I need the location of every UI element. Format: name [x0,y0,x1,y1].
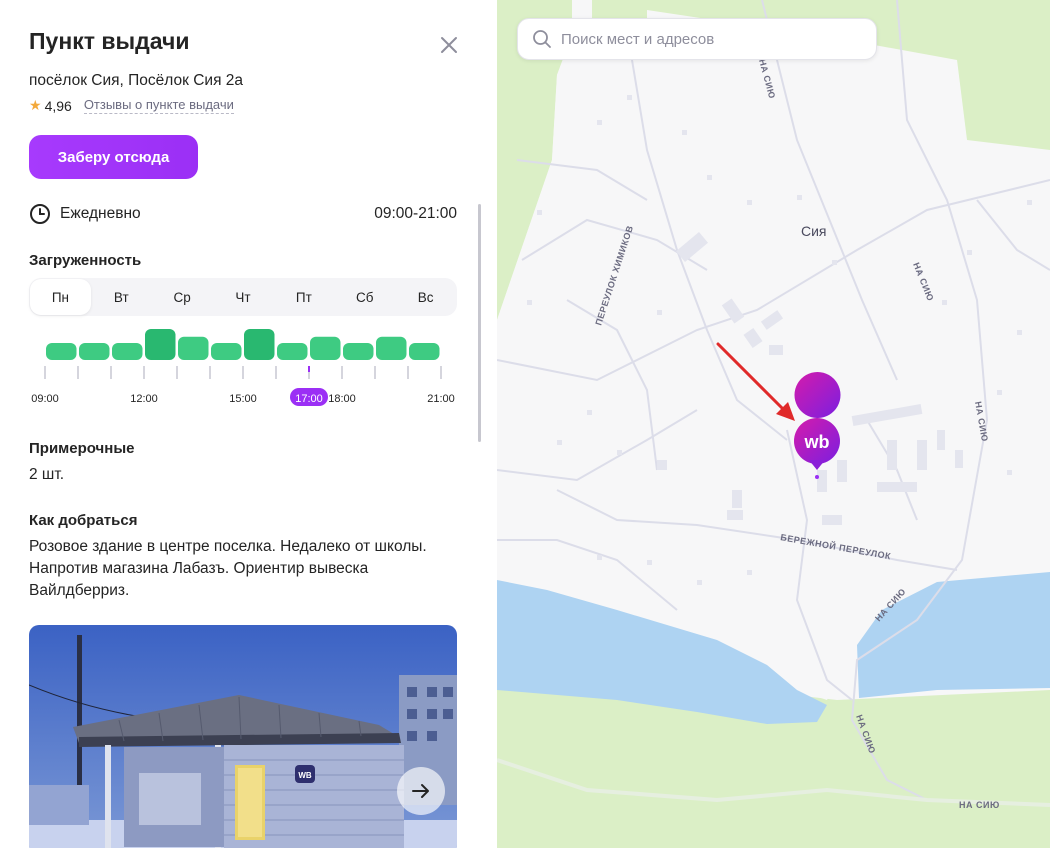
pickup-here-button[interactable]: Заберу отсюда [29,135,198,179]
directions-line: Напротив магазина Лабазъ. Ориентир вывес… [29,560,369,577]
forest-area [592,0,647,18]
village-label: Сия [801,223,827,239]
workload-bar [145,329,176,360]
hour-label: 12:00 [130,393,158,405]
schedule-row: Ежедневно 09:00-21:00 [29,203,457,225]
directions-title: Как добраться [29,512,138,529]
wb-sign: WB [298,771,312,780]
photo-next-button[interactable] [397,767,445,815]
close-icon[interactable] [437,33,461,57]
schedule-days: Ежедневно [60,205,141,222]
workload-bar [79,343,110,360]
tab-thursday[interactable]: Чт [213,279,274,315]
marker-label: wb [804,432,830,452]
workload-title: Загруженность [29,252,142,269]
rating-value: 4,96 [44,97,72,114]
workload-bar [277,343,308,360]
reviews-link[interactable]: Отзывы о пункте выдачи [83,97,234,114]
map-search-box[interactable] [517,18,877,60]
fitting-rooms-title: Примерочные [29,440,135,457]
panel-scrollbar[interactable] [478,204,481,442]
star-icon: ★ [29,97,42,113]
tab-saturday[interactable]: Сб [334,279,395,315]
workload-bar [112,343,143,360]
directions-text: Розовое здание в центре поселка. Недалек… [29,536,427,602]
workload-bar [343,343,374,360]
hour-label: 21:00 [427,393,455,405]
workload-bar [310,336,341,360]
directions-line: Розовое здание в центре поселка. Недалек… [29,538,427,555]
directions-line: Вайлдберриз. [29,582,130,599]
workload-bar [244,329,275,360]
workload-bar [376,336,407,360]
hour-label: 15:00 [229,393,257,405]
pickup-point-panel: Пункт выдачи посёлок Сия, Посёлок Сия 2а… [0,0,497,848]
workload-bar [46,343,77,360]
pickup-point-photo[interactable]: WB [29,625,457,848]
workload-chart: 09:00 12:00 15:00 17:00 18:00 21:00 [31,329,455,406]
tab-friday[interactable]: Пт [273,279,334,315]
street-label: НА СИЮ [959,800,1000,810]
tab-wednesday[interactable]: Ср [152,279,213,315]
clock-icon [30,204,50,224]
search-input[interactable] [561,30,861,48]
search-icon [533,30,551,48]
tab-tuesday[interactable]: Вт [91,279,152,315]
fitting-rooms-value: 2 шт. [29,466,65,483]
arrow-right-icon [412,784,429,798]
workload-bar [211,343,242,360]
map[interactable]: Сия ПЕРЕУЛОК ХИМИКОВ НА СИЮ НА СИЮ НА СИ… [497,0,1050,848]
panel-title: Пункт выдачи [29,28,190,54]
hour-label: 17:00 [295,393,323,405]
hour-label: 09:00 [31,393,59,405]
schedule-hours: 09:00-21:00 [374,205,457,222]
pickup-address: посёлок Сия, Посёлок Сия 2а [29,72,244,89]
weekday-tabs: Пн Вт Ср Чт Пт Сб Вс [29,278,457,316]
workload-bar [178,336,209,360]
rating-row: ★ 4,96 Отзывы о пункте выдачи [29,97,234,114]
map-canvas[interactable]: Сия ПЕРЕУЛОК ХИМИКОВ НА СИЮ НА СИЮ НА СИ… [497,0,1050,848]
tab-sunday[interactable]: Вс [395,279,456,315]
workload-bar [409,343,440,360]
hour-label: 18:00 [328,393,356,405]
tab-monday[interactable]: Пн [30,279,91,315]
